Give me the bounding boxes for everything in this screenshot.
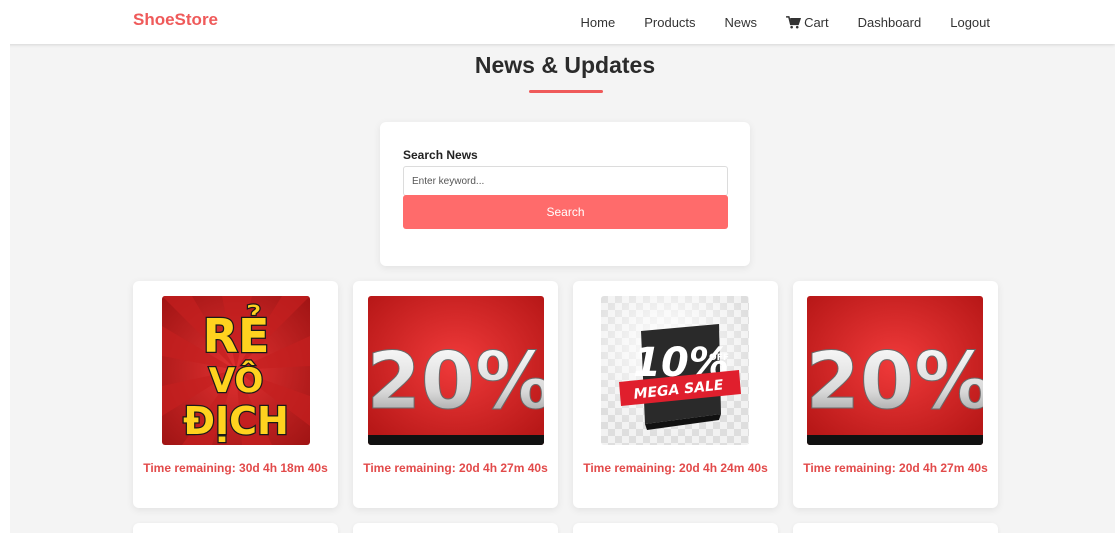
nav-cart-label: Cart <box>804 14 829 30</box>
news-card[interactable]: 20% Time remaining: 20d 4h 27m 40s <box>793 281 998 508</box>
promo-line-3: ĐỊCH <box>183 399 289 443</box>
nav-products[interactable]: Products <box>644 15 695 30</box>
twenty-percent-sale-image[interactable]: 20% <box>368 296 544 445</box>
top-navbar: ShoeStore Home Products News Cart Dashbo… <box>0 0 1115 44</box>
news-card[interactable] <box>793 523 998 533</box>
nav-links: Home Products News Cart Dashboard Logout <box>581 0 990 44</box>
page-left-edge <box>0 44 10 533</box>
page-title: News & Updates <box>474 52 656 78</box>
brand-logo[interactable]: ShoeStore <box>133 10 218 30</box>
nav-cart[interactable]: Cart <box>786 15 829 30</box>
news-card[interactable]: RẺ VÔ ĐỊCH Time remaining: 30d 4h 18m 40… <box>133 281 338 508</box>
twenty-percent-sale-image[interactable]: 20% <box>807 296 983 445</box>
search-label: Search News <box>403 148 478 162</box>
nav-logout[interactable]: Logout <box>950 15 990 30</box>
news-card[interactable] <box>133 523 338 533</box>
nav-home[interactable]: Home <box>581 15 616 30</box>
promo-line-2: VÔ <box>209 360 264 401</box>
mega-off-text: OFF <box>709 353 729 363</box>
sale-percent-text: 20% <box>807 337 983 427</box>
mega-sale-badge-image[interactable]: 10% OFF MEGA SALE <box>601 296 749 445</box>
countdown-timer: Time remaining: 30d 4h 18m 40s <box>143 461 328 475</box>
news-card[interactable]: 10% OFF MEGA SALE Time remaining: 20d 4h… <box>573 281 778 508</box>
countdown-timer: Time remaining: 20d 4h 27m 40s <box>363 461 548 475</box>
countdown-timer: Time remaining: 20d 4h 24m 40s <box>583 461 768 475</box>
sale-percent-text: 20% <box>368 337 544 427</box>
title-underline <box>529 90 603 93</box>
countdown-timer: Time remaining: 20d 4h 27m 40s <box>803 461 988 475</box>
search-input[interactable] <box>403 166 728 196</box>
re-vo-dich-promo-image[interactable]: RẺ VÔ ĐỊCH <box>162 296 310 445</box>
search-card: Search News Search <box>380 122 750 266</box>
search-button[interactable]: Search <box>403 195 728 229</box>
news-card[interactable] <box>573 523 778 533</box>
nav-dashboard[interactable]: Dashboard <box>858 15 922 30</box>
nav-news[interactable]: News <box>725 15 758 30</box>
news-card[interactable] <box>353 523 558 533</box>
news-card[interactable]: 20% Time remaining: 20d 4h 27m 40s <box>353 281 558 508</box>
cart-icon <box>786 15 802 28</box>
promo-line-1: RẺ <box>203 304 270 363</box>
